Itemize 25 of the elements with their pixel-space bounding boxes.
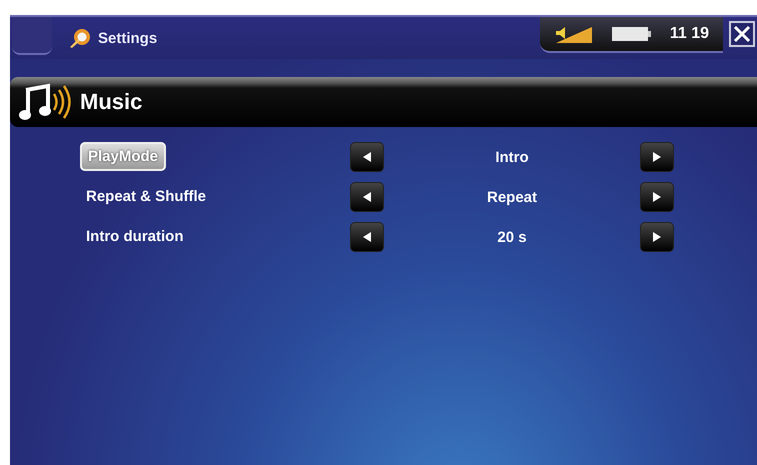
left-arrow-icon [363,232,371,242]
next-button[interactable] [640,222,674,252]
volume-icon [554,25,594,43]
right-arrow-icon [653,152,661,162]
close-icon [733,25,751,43]
next-button[interactable] [640,182,674,212]
clock: 11 19 [670,25,709,43]
setting-value: Intro [494,148,530,166]
battery-icon [612,27,652,41]
setting-value: 20 s [496,228,528,246]
previous-button[interactable] [350,142,384,172]
right-arrow-icon [653,232,661,242]
previous-button[interactable] [350,222,384,252]
music-note-icon [18,82,74,122]
setting-label[interactable]: Intro duration [80,224,190,249]
previous-button[interactable] [350,182,384,212]
left-arrow-icon [363,192,371,202]
right-arrow-icon [653,192,661,202]
setting-label[interactable]: Repeat & Shuffle [80,184,212,209]
section-title: Music [80,89,142,115]
close-button[interactable] [729,21,755,47]
window-title: Settings [98,30,158,46]
left-arrow-icon [363,152,371,162]
next-button[interactable] [640,142,674,172]
setting-value: Repeat [486,188,538,206]
